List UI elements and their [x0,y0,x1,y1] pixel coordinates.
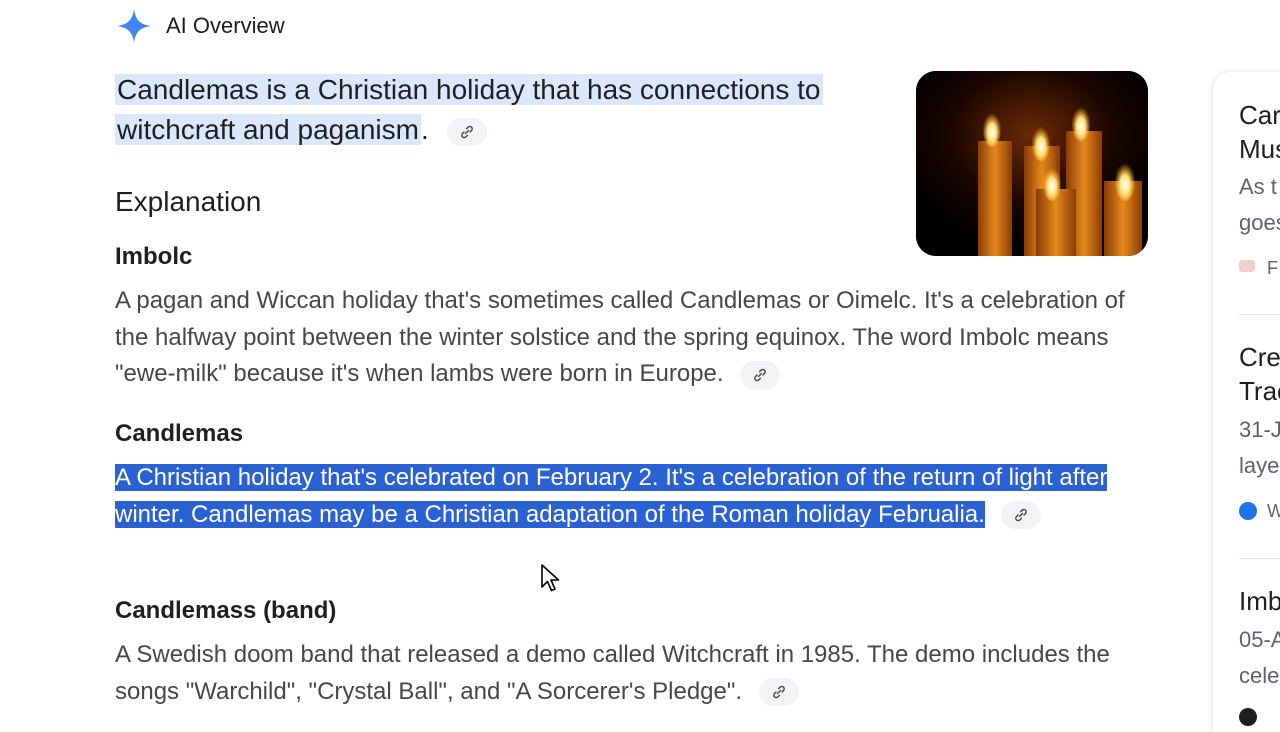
source-favicon [1239,708,1257,726]
link-icon [754,368,767,381]
source-card-snippet-line: 31-J [1239,417,1280,442]
summary-text: Candlemas is a Christian holiday that ha… [115,70,905,150]
candlemass-band-source-link[interactable] [758,678,799,707]
mouse-cursor-icon [541,564,560,592]
source-card-snippet-line: As t [1239,174,1277,199]
source-favicon [1239,260,1255,272]
candlemas-heading: Candlemas [115,420,244,447]
divider [1239,558,1280,559]
imbolc-paragraph: A pagan and Wiccan holiday that's someti… [115,283,1125,393]
candlemas-selected-text[interactable]: A Christian holiday that's celebrated on… [115,464,1108,528]
ai-overview-title: AI Overview [166,13,285,38]
summary-period: . [420,114,429,145]
candlemass-band-paragraph: A Swedish doom band that released a demo… [115,637,1125,710]
source-card-site: F [1267,258,1278,278]
ai-overview-header: AI Overview [116,8,285,44]
source-card-snippet-line: laye [1239,453,1280,478]
source-card-title-line: Car [1239,100,1280,130]
imbolc-text: A pagan and Wiccan holiday that's someti… [115,287,1125,387]
sparkle-icon [116,8,152,44]
sources-panel: Car Mus As t goes F Cre Trac 31-J laye W… [1213,72,1280,732]
candlemass-band-heading: Candlemass (band) [115,597,337,624]
candlemass-band-text: A Swedish doom band that released a demo… [115,641,1110,705]
candlemas-source-link[interactable] [1001,501,1042,530]
imbolc-source-link[interactable] [740,360,781,389]
source-card-title-line: Mus [1239,134,1280,164]
candlemas-paragraph: A Christian holiday that's celebrated on… [115,460,1125,533]
source-card-title-line: Imb [1239,586,1280,616]
explanation-heading: Explanation [115,186,262,217]
source-card-snippet-line: goes [1239,210,1280,235]
source-card-title-line: Cre [1239,342,1280,372]
source-card-snippet-line: cele [1239,663,1280,688]
link-icon [1015,508,1028,522]
link-icon [772,685,785,699]
source-link-button[interactable] [446,117,487,146]
candles-image[interactable] [916,71,1148,256]
divider [1239,314,1280,315]
source-card-title-line: Trac [1239,376,1280,406]
link-icon [460,125,473,138]
globe-icon [1239,502,1257,520]
source-card-site: W [1267,501,1280,521]
source-card-snippet-line: 05-A [1239,627,1280,652]
imbolc-heading: Imbolc [115,243,193,270]
